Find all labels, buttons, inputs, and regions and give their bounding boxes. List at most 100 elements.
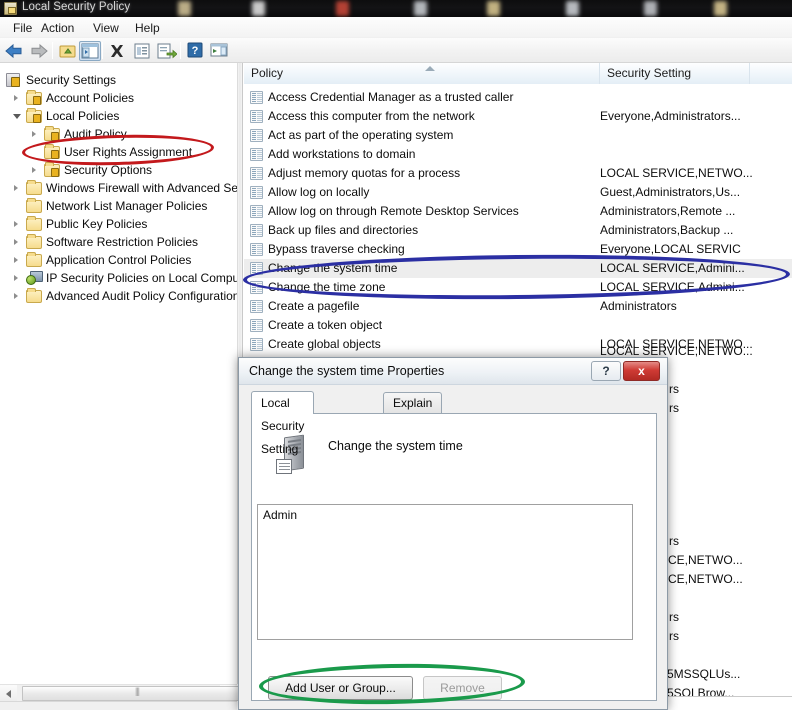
desktop-blur-icon — [336, 1, 349, 16]
menu-file[interactable]: File — [8, 20, 37, 36]
toolbar: ? — [0, 38, 792, 63]
tree-item-label: Audit Policy — [64, 127, 127, 141]
chevron-right-icon[interactable] — [30, 125, 40, 143]
chevron-right-icon[interactable] — [12, 89, 22, 107]
tree-item-label: Account Policies — [46, 91, 135, 105]
folder-lock-icon — [44, 126, 60, 141]
table-row[interactable]: Create a token object — [244, 316, 792, 335]
table-row[interactable]: Access Credential Manager as a trusted c… — [244, 88, 792, 107]
column-header-security-setting-label: Security Setting — [607, 66, 692, 80]
dialog-title: Change the system time Properties — [249, 364, 445, 378]
security-setting-fragment: CE,NETWO... — [668, 572, 743, 586]
menu-help[interactable]: Help — [130, 20, 165, 36]
folder-lock-icon — [44, 144, 60, 159]
back-icon[interactable] — [3, 41, 25, 61]
policy-icon — [250, 224, 263, 237]
chevron-right-icon[interactable] — [12, 215, 22, 233]
table-row[interactable]: Adjust memory quotas for a process LOCAL … — [244, 164, 792, 183]
window-title-bar[interactable]: Local Security Policy — [0, 0, 792, 17]
tree-item-label: Windows Firewall with Advanced Sec — [46, 181, 237, 195]
add-user-or-group-button[interactable]: Add User or Group... — [268, 676, 413, 700]
policy-icon — [250, 319, 263, 332]
table-row[interactable]: Back up files and directories Administrat… — [244, 221, 792, 240]
chevron-right-icon[interactable] — [12, 251, 22, 269]
tab-explain[interactable]: Explain — [383, 392, 443, 414]
tab-local-security-setting[interactable]: Local Security Setting — [251, 391, 315, 456]
console-tree[interactable]: Security Settings Account Policies Local… — [0, 63, 237, 684]
column-header-policy[interactable]: Policy — [244, 63, 600, 84]
chevron-right-icon[interactable] — [30, 161, 40, 179]
desktop-blur-icon — [414, 1, 427, 16]
tree-item-label: Security Settings — [26, 73, 117, 87]
policy-name: Create a token object — [268, 318, 383, 332]
security-setting: Guest,Administrators,Us... — [600, 185, 741, 199]
security-setting-fragment: rs — [669, 534, 679, 548]
chevron-right-icon[interactable] — [12, 287, 22, 305]
policy-name: Act as part of the operating system — [268, 128, 454, 142]
toolbar-separator — [52, 42, 53, 59]
security-setting: Administrators — [600, 299, 677, 313]
table-row[interactable]: Add workstations to domain — [244, 145, 792, 164]
folder-icon — [26, 216, 42, 231]
remove-button[interactable]: Remove — [423, 676, 502, 700]
folder-icon — [26, 288, 42, 303]
policy-name: Allow log on locally — [268, 185, 370, 199]
table-row[interactable]: Create a pagefile Administrators — [244, 297, 792, 316]
menu-action[interactable]: Action — [36, 20, 79, 36]
policy-icon — [250, 243, 263, 256]
table-row[interactable]: Act as part of the operating system — [244, 126, 792, 145]
security-setting: LOCAL SERVICE,Admini... — [600, 280, 745, 294]
tree-item-label: IP Security Policies on Local Compute — [46, 271, 237, 285]
scrollbar-thumb[interactable] — [22, 686, 252, 701]
list-item[interactable]: Admin — [263, 508, 297, 522]
tree-horizontal-scrollbar[interactable] — [0, 684, 252, 702]
desktop-blur-icon — [714, 1, 727, 16]
network-policy-icon — [26, 271, 43, 285]
forward-icon[interactable] — [28, 41, 50, 61]
policy-name: Access this computer from the network — [268, 109, 475, 123]
chevron-right-icon[interactable] — [12, 233, 22, 251]
export-list-icon[interactable] — [155, 41, 178, 61]
list-column-headers: Policy Security Setting — [244, 63, 792, 84]
security-setting-fragment: rs — [669, 629, 679, 643]
table-row[interactable]: Change the time zone LOCAL SERVICE,Admini… — [244, 278, 792, 297]
table-row[interactable]: Access this computer from the network Eve… — [244, 107, 792, 126]
help-icon[interactable]: ? — [185, 41, 207, 61]
help-button[interactable]: ? — [591, 361, 621, 381]
table-row[interactable]: Bypass traverse checking Everyone,LOCAL S… — [244, 240, 792, 259]
chevron-right-icon[interactable] — [12, 179, 22, 197]
user-group-list[interactable]: Admin — [257, 504, 633, 640]
properties-dialog[interactable]: Change the system time Properties ? x Lo… — [238, 357, 668, 710]
policy-name: Bypass traverse checking — [268, 242, 405, 256]
up-folder-icon[interactable] — [57, 41, 79, 61]
properties-icon[interactable] — [131, 41, 153, 61]
tree-item-label: Local Policies — [46, 109, 120, 123]
show-console-tree-icon[interactable] — [79, 41, 101, 61]
security-policy-icon — [4, 2, 17, 15]
table-row-selected[interactable]: Change the system time LOCAL SERVICE,Admi… — [244, 259, 792, 278]
tree-item-label: Network List Manager Policies — [46, 199, 208, 213]
chevron-down-icon[interactable] — [12, 107, 22, 125]
security-setting-fragment: rs — [669, 401, 679, 415]
table-row[interactable]: Allow log on locally Guest,Administrators… — [244, 183, 792, 202]
tree-item-label: Software Restriction Policies — [46, 235, 199, 249]
table-row[interactable]: Allow log on through Remote Desktop Serv… — [244, 202, 792, 221]
security-setting: LOCAL SERVICE,NETWO... — [600, 166, 753, 180]
folder-icon — [26, 198, 42, 213]
menu-view[interactable]: View — [88, 20, 124, 36]
security-setting-fragment: 5MSSQLUs... — [667, 667, 741, 681]
chevron-right-icon[interactable] — [12, 269, 22, 287]
show-action-pane-icon[interactable] — [209, 41, 231, 61]
desktop-blur-icon — [252, 1, 265, 16]
policy-name: Access Credential Manager as a trusted c… — [268, 90, 514, 104]
close-button[interactable]: x — [623, 361, 660, 381]
toolbar-separator — [102, 42, 103, 59]
delete-icon[interactable] — [106, 41, 128, 61]
list-divider — [660, 696, 792, 697]
column-header-security-setting[interactable]: Security Setting — [600, 63, 750, 84]
desktop-blur-icon — [644, 1, 657, 16]
policy-name: Add workstations to domain — [268, 147, 416, 161]
scroll-left-icon[interactable] — [0, 685, 17, 702]
policy-icon — [250, 300, 263, 313]
dialog-title-bar[interactable]: Change the system time Properties ? x — [239, 358, 667, 385]
